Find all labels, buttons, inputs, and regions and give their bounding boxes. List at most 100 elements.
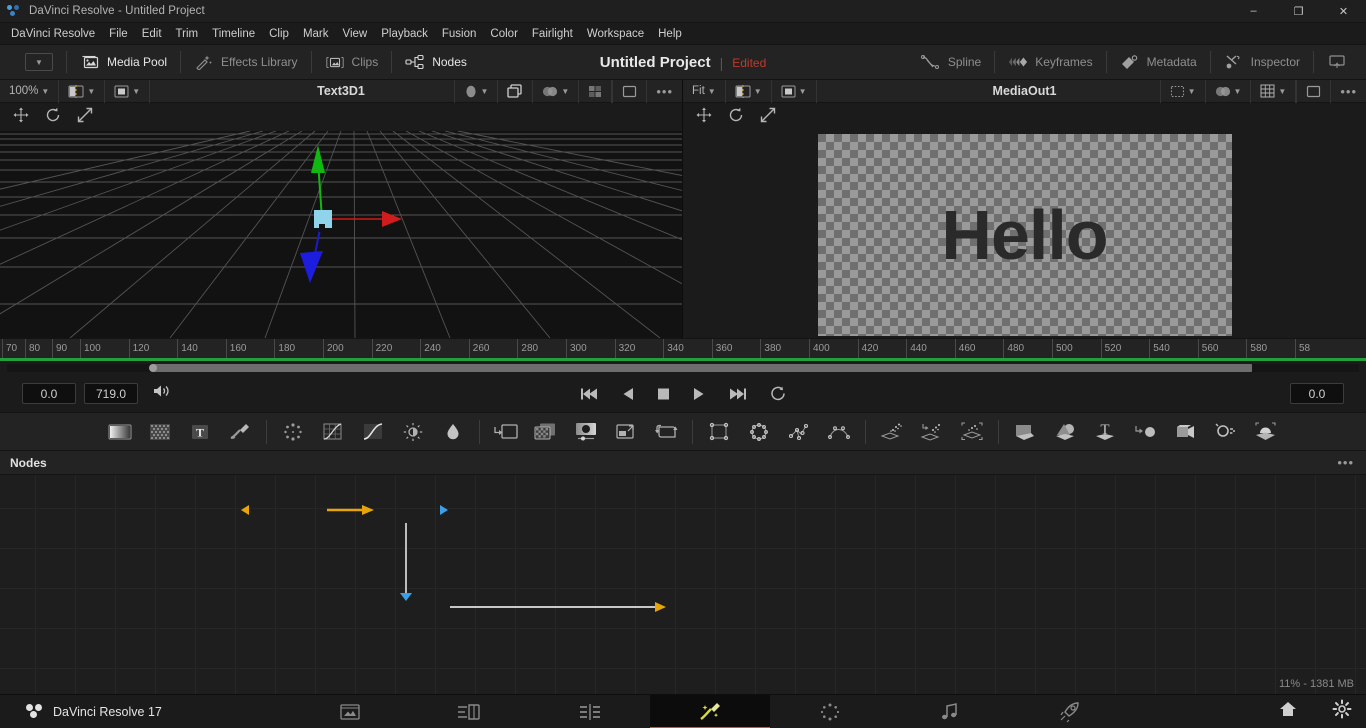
toolbar-nodes[interactable]: Nodes (392, 51, 480, 73)
menu-timeline[interactable]: Timeline (205, 26, 262, 42)
fbx-mesh-tool-icon[interactable] (1125, 416, 1165, 448)
text-3d-tool-icon[interactable]: T (1085, 416, 1125, 448)
noise-tool-icon[interactable] (140, 416, 180, 448)
close-button[interactable]: ✕ (1321, 0, 1366, 23)
step-back-button[interactable] (622, 387, 635, 401)
3d-axis-gizmo[interactable] (290, 131, 420, 296)
page-button-fairlight[interactable] (890, 695, 1010, 728)
rotate-gizmo-icon[interactable] (44, 106, 62, 129)
brightness-contrast-tool-icon[interactable] (393, 416, 433, 448)
transform-tool-icon[interactable] (646, 416, 686, 448)
shape-3d-tool-icon[interactable] (1045, 416, 1085, 448)
first-frame-button[interactable] (580, 387, 600, 401)
gradient-tool-icon[interactable] (100, 416, 140, 448)
page-button-cut[interactable] (410, 695, 530, 728)
camera-3d-tool-icon[interactable] (1165, 416, 1205, 448)
toolbar-inspector[interactable]: Inspector (1211, 51, 1314, 73)
spot-light-tool-icon[interactable] (1205, 416, 1245, 448)
menu-davinci-resolve[interactable]: DaVinci Resolve (4, 26, 102, 42)
left-viewer-compare-button[interactable] (498, 79, 534, 103)
menu-help[interactable]: Help (651, 26, 689, 42)
dissolve-tool-icon[interactable] (526, 416, 566, 448)
current-time-field[interactable]: 0.0 (1290, 383, 1344, 404)
merge-tool-icon[interactable] (486, 416, 526, 448)
scrollbar-thumb[interactable] (152, 364, 1252, 372)
text-tool-icon[interactable]: T (180, 416, 220, 448)
left-viewer-options-button[interactable]: ••• (647, 80, 682, 103)
chevron-down-icon[interactable]: ▼ (25, 53, 53, 71)
page-button-deliver[interactable] (1010, 695, 1130, 728)
left-viewer-channel-select[interactable]: ▼ (453, 79, 499, 103)
left-viewer-fullscreen-button[interactable] (612, 79, 648, 103)
right-viewer-options-button[interactable]: ••• (1331, 80, 1366, 103)
toolbar-layout-preset[interactable] (1314, 51, 1360, 73)
page-button-edit[interactable] (530, 695, 650, 728)
color-corrector-tool-icon[interactable] (353, 416, 393, 448)
color-curves-tool-icon[interactable] (313, 416, 353, 448)
scrollbar-handle[interactable] (149, 364, 157, 372)
horizontal-scrollbar[interactable] (7, 364, 1359, 372)
menu-mark[interactable]: Mark (296, 26, 336, 42)
right-viewer-roi-button[interactable]: ▼ (1159, 79, 1206, 103)
right-viewer-split-view[interactable]: ▼ (726, 79, 772, 103)
loop-button[interactable] (769, 386, 787, 401)
menu-trim[interactable]: Trim (169, 26, 206, 42)
nodes-panel-options-button[interactable]: ••• (1337, 455, 1354, 470)
maximize-button[interactable]: ❐ (1276, 0, 1321, 23)
home-icon[interactable] (1278, 700, 1298, 723)
page-button-media[interactable] (290, 695, 410, 728)
left-viewer-color-mode[interactable]: ▼ (533, 79, 580, 103)
play-button[interactable] (692, 387, 705, 401)
right-viewer-color-mode[interactable]: ▼ (1206, 79, 1252, 103)
crop-tool-icon[interactable] (606, 416, 646, 448)
polygon-mask-tool-icon[interactable] (779, 416, 819, 448)
rotate-gizmo-icon[interactable] (727, 106, 745, 129)
last-frame-button[interactable] (727, 387, 747, 401)
page-button-fusion[interactable] (650, 694, 770, 728)
transform-gizmo-icon[interactable] (12, 106, 30, 129)
right-viewer-canvas[interactable]: Hello (683, 131, 1366, 338)
timeline-ruler[interactable]: 70 80 90 100 120 140 160 180 200 220 240 260 280 300 3… (0, 338, 1366, 358)
left-viewer-split-grid[interactable] (579, 79, 613, 103)
menu-edit[interactable]: Edit (135, 26, 169, 42)
renderer-3d-tool-icon[interactable] (1245, 416, 1285, 448)
left-viewer-zoom[interactable]: 100% ▼ (0, 79, 60, 103)
paint-tool-icon[interactable] (220, 416, 260, 448)
menu-fairlight[interactable]: Fairlight (525, 26, 580, 42)
toolbar-spline[interactable]: Spline (908, 51, 996, 73)
toolbar-effects-library[interactable]: Effects Library (181, 51, 312, 73)
blur-tool-icon[interactable] (273, 416, 313, 448)
toolbar-media-pool[interactable]: Media Pool (67, 51, 182, 73)
menu-file[interactable]: File (102, 26, 135, 42)
right-viewer-grid-overlay[interactable]: ▼ (1251, 79, 1297, 103)
toolbar-keyframes[interactable]: Keyframes (995, 51, 1107, 73)
menu-color[interactable]: Color (483, 26, 524, 42)
particle-emitter-tool-icon[interactable] (872, 416, 912, 448)
toolbar-metadata[interactable]: Metadata (1107, 51, 1211, 73)
page-button-color[interactable] (770, 695, 890, 728)
right-viewer-display-mode[interactable]: ▼ (772, 79, 817, 103)
scale-gizmo-icon[interactable] (759, 106, 777, 129)
out-point-field[interactable]: 719.0 (84, 383, 138, 404)
rectangle-mask-tool-icon[interactable] (699, 416, 739, 448)
minimize-button[interactable]: – (1231, 0, 1276, 23)
particle-spawn-tool-icon[interactable] (912, 416, 952, 448)
color-gain-tool-icon[interactable] (433, 416, 473, 448)
image-plane-3d-tool-icon[interactable] (1005, 416, 1045, 448)
transform-gizmo-icon[interactable] (695, 106, 713, 129)
matte-control-tool-icon[interactable] (566, 416, 606, 448)
stop-button[interactable] (657, 387, 670, 401)
particle-render-tool-icon[interactable] (952, 416, 992, 448)
menu-view[interactable]: View (336, 26, 375, 42)
toolbar-clips[interactable]: Clips (312, 51, 393, 73)
menu-clip[interactable]: Clip (262, 26, 296, 42)
menu-fusion[interactable]: Fusion (435, 26, 484, 42)
left-viewer-canvas[interactable] (0, 131, 682, 338)
in-point-field[interactable]: 0.0 (22, 383, 76, 404)
menu-playback[interactable]: Playback (374, 26, 435, 42)
settings-icon[interactable] (1332, 699, 1352, 724)
left-viewer-display-mode[interactable]: ▼ (105, 79, 151, 103)
left-viewer-split-view[interactable]: ▼ (59, 79, 106, 103)
right-viewer-zoom[interactable]: Fit ▼ (683, 79, 726, 103)
ellipse-mask-tool-icon[interactable] (739, 416, 779, 448)
